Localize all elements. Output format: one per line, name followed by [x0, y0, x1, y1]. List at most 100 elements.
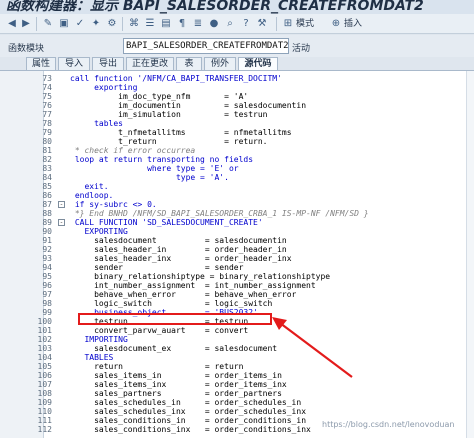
tab-attributes[interactable]: 属性: [26, 57, 56, 70]
insert-button[interactable]: 插入: [344, 18, 362, 30]
code-text[interactable]: sales_items_inx = order_items_inx: [70, 380, 287, 389]
line-number: 95: [42, 272, 52, 281]
code-line: 88 *} End BNHD /NFM/SD_BAPI_SALESORDER_C…: [0, 209, 474, 218]
line-number: 102: [37, 335, 52, 344]
toolbar-separator: [276, 17, 277, 31]
code-text[interactable]: sales_items_in = order_items_in: [70, 371, 282, 380]
code-text[interactable]: sales_partners = order_partners: [70, 389, 282, 398]
tab-export[interactable]: 导出: [92, 57, 124, 70]
code-text[interactable]: type = 'A'.: [70, 173, 229, 182]
code-text[interactable]: logic_switch = logic_switch: [70, 299, 272, 308]
pattern-icon[interactable]: ⊞: [282, 18, 294, 30]
code-text[interactable]: binary_relationshiptype = binary_relatio…: [70, 272, 330, 281]
code-text[interactable]: endloop.: [70, 191, 114, 200]
breakpoint-icon[interactable]: ●: [208, 18, 220, 30]
code-text[interactable]: return = return: [70, 362, 243, 371]
code-text[interactable]: loop at return transporting no fields: [70, 155, 253, 164]
code-text[interactable]: im_simulation = testrun: [70, 110, 267, 119]
code-text[interactable]: sales_header_inx = order_header_inx: [70, 254, 291, 263]
code-text[interactable]: *} End BNHD /NFM/SD_BAPI_SALESORDER_CRBA…: [70, 209, 369, 218]
tab-tables[interactable]: 表: [176, 57, 202, 70]
code-line: 105 return = return: [0, 362, 474, 371]
code-text[interactable]: t_return = return.: [70, 137, 267, 146]
code-text[interactable]: sales_header_in = order_header_in: [70, 245, 287, 254]
change-icon[interactable]: ✎: [42, 18, 54, 30]
code-text[interactable]: exit.: [70, 182, 108, 191]
code-text[interactable]: salesdocument_ex = salesdocument: [70, 344, 277, 353]
code-line: 85 exit.: [0, 182, 474, 191]
code-line: 95 binary_relationshiptype = binary_rela…: [0, 272, 474, 281]
line-number: 94: [42, 263, 52, 272]
code-line: 94 sender = sender: [0, 263, 474, 272]
display-icon[interactable]: ▤: [160, 18, 172, 30]
find-icon[interactable]: ⌕: [224, 18, 236, 30]
code-text[interactable]: behave_when_error = behave_when_error: [70, 290, 296, 299]
code-text[interactable]: TABLES: [70, 353, 113, 362]
code-line: 90 EXPORTING: [0, 227, 474, 236]
tab-strip: 属性 导入 导出 正在更改 表 例外 源代码: [0, 57, 474, 70]
code-text[interactable]: where type = 'E' or: [70, 164, 239, 173]
code-text[interactable]: int_number_assignment = int_number_assig…: [70, 281, 316, 290]
line-number: 108: [37, 389, 52, 398]
insert-icon[interactable]: ⊕: [330, 18, 342, 30]
tab-changing[interactable]: 正在更改: [126, 57, 174, 70]
code-text[interactable]: EXPORTING: [70, 227, 127, 236]
check-icon[interactable]: ✓: [74, 18, 86, 30]
line-number: 112: [37, 425, 52, 434]
code-line: 83 where type = 'E' or: [0, 164, 474, 173]
code-text[interactable]: im_doc_type_nfm = 'A': [70, 92, 248, 101]
code-text[interactable]: salesdocument = salesdocumentin: [70, 236, 287, 245]
tab-exceptions[interactable]: 例外: [204, 57, 236, 70]
code-text[interactable]: convert_parvw_auart = convert: [70, 326, 248, 335]
code-text[interactable]: im_documentin = salesdocumentin: [70, 101, 306, 110]
code-line: 104 TABLES: [0, 353, 474, 362]
code-line: 98 logic_switch = logic_switch: [0, 299, 474, 308]
fold-toggle-icon[interactable]: -: [58, 219, 65, 226]
line-number: 73: [42, 74, 52, 83]
line-number: 109: [37, 398, 52, 407]
save-icon[interactable]: ▣: [58, 18, 70, 30]
stack-icon[interactable]: ≣: [192, 18, 204, 30]
code-text[interactable]: sales_schedules_inx = order_schedules_in…: [70, 407, 306, 416]
line-number: 79: [42, 128, 52, 137]
abap-source-editor[interactable]: 73 call function '/NFM/CA_BAPI_TRANSFER_D…: [0, 70, 474, 438]
test-icon[interactable]: ⚙: [106, 18, 118, 30]
code-text[interactable]: * check if error occurrea: [70, 146, 195, 155]
tab-import[interactable]: 导入: [58, 57, 90, 70]
activate-icon[interactable]: ✦: [90, 18, 102, 30]
code-text[interactable]: sender = sender: [70, 263, 243, 272]
line-number: 91: [42, 236, 52, 245]
code-text[interactable]: exporting: [70, 83, 137, 92]
help-icon[interactable]: ?: [240, 18, 252, 30]
code-line: 97 behave_when_error = behave_when_error: [0, 290, 474, 299]
code-text[interactable]: t_nfmetallitms = nfmetallitms: [70, 128, 291, 137]
code-text[interactable]: IMPORTING: [70, 335, 127, 344]
line-number: 93: [42, 254, 52, 263]
function-module-field[interactable]: BAPI_SALESORDER_CREATEFROMDAT2: [123, 38, 289, 54]
code-line: 76 im_documentin = salesdocumentin: [0, 101, 474, 110]
forward-icon[interactable]: ▶: [20, 18, 32, 30]
code-text[interactable]: sales_conditions_inx = order_conditions_…: [70, 425, 311, 434]
pretty-printer-icon[interactable]: ¶: [176, 18, 188, 30]
application-toolbar: ◀ ▶ ✎ ▣ ✓ ✦ ⚙ ⌘ ☰ ▤ ¶ ≣ ● ⌕ ? ⚒ ⊞ 模式 ⊕ 插…: [0, 14, 474, 34]
object-list-icon[interactable]: ☰: [144, 18, 156, 30]
line-number: 77: [42, 110, 52, 119]
back-icon[interactable]: ◀: [6, 18, 18, 30]
line-number: 84: [42, 173, 52, 182]
code-text[interactable]: tables: [70, 119, 123, 128]
code-text[interactable]: call function '/NFM/CA_BAPI_TRANSFER_DOC…: [70, 74, 282, 83]
fold-toggle-icon[interactable]: -: [58, 201, 65, 208]
line-number: 97: [42, 290, 52, 299]
settings-icon[interactable]: ⚒: [256, 18, 268, 30]
pattern-button[interactable]: 模式: [296, 18, 314, 30]
code-line: 106 sales_items_in = order_items_in: [0, 371, 474, 380]
code-text[interactable]: sales_conditions_in = order_conditions_i…: [70, 416, 306, 425]
window-title: 函数构建器：显示 BAPI_SALESORDER_CREATEFROMDAT2: [6, 0, 424, 14]
code-text[interactable]: if sy-subrc <> 0.: [70, 200, 157, 209]
line-number: 103: [37, 344, 52, 353]
code-text[interactable]: CALL FUNCTION 'SD_SALESDOCUMENT_CREATE': [70, 218, 263, 227]
line-number: 98: [42, 299, 52, 308]
code-text[interactable]: sales_schedules_in = order_schedules_in: [70, 398, 301, 407]
where-used-icon[interactable]: ⌘: [128, 18, 140, 30]
tab-source-code[interactable]: 源代码: [238, 57, 278, 70]
